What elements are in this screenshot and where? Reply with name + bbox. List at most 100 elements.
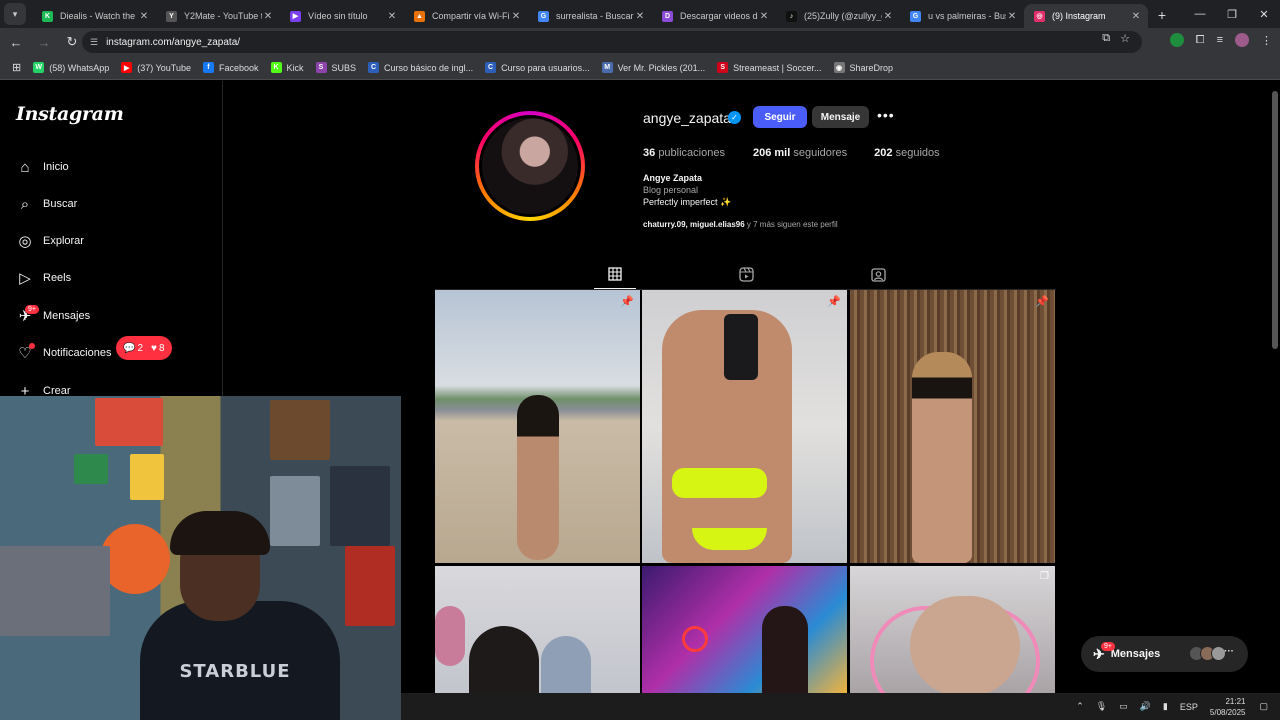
bookmark-label: Kick <box>286 62 304 73</box>
followed-by[interactable]: chaturry.09, miguel.elias96 y 7 más sigu… <box>643 220 838 229</box>
browser-tab[interactable]: ▲ Compartir vía Wi-Fi ✕ <box>404 4 528 28</box>
install-app-icon[interactable]: ⧉ <box>1102 32 1110 45</box>
browser-tab[interactable]: Gu vs palmeiras - Busc ✕ <box>900 4 1024 28</box>
tab-title: Diealis - Watch the V <box>60 11 138 21</box>
sidebar-item-reels[interactable]: ▷ Reels <box>16 264 216 292</box>
url-text: instagram.com/angye_zapata/ <box>106 36 241 48</box>
bookmark-item[interactable]: ▶ (37) YouTube <box>121 62 191 73</box>
window-controls: — ❐ ✕ <box>1184 0 1280 28</box>
instagram-logo[interactable]: Instagram <box>16 103 124 125</box>
wall-poster <box>74 454 108 484</box>
bookmark-favicon-icon: ◉ <box>833 62 845 73</box>
post-bikini <box>672 468 767 498</box>
site-info-icon[interactable]: ☰ <box>90 37 98 48</box>
tab-close-icon[interactable]: ✕ <box>1006 11 1018 22</box>
bookmark-item[interactable]: M Ver Mr. Pickles (201... <box>601 62 706 73</box>
follow-button[interactable]: Seguir <box>753 106 807 128</box>
bookmark-favicon-icon: f <box>202 62 214 73</box>
close-window-icon[interactable]: ✕ <box>1248 0 1280 28</box>
extensions-area: ⧠ ≡ ⋮ <box>1169 33 1272 47</box>
browser-tab[interactable]: K Diealis - Watch the V ✕ <box>32 4 156 28</box>
browser-tab[interactable]: ▶ Vídeo sin título ✕ <box>280 4 404 28</box>
tab-close-icon[interactable]: ✕ <box>1130 11 1142 22</box>
post-figure <box>517 395 559 560</box>
tab-posts-grid-icon[interactable] <box>606 265 624 283</box>
browser-tab[interactable]: Gsurrealista - Buscar c ✕ <box>528 4 652 28</box>
tab-close-icon[interactable]: ✕ <box>386 11 398 22</box>
sidebar-buscar-icon: ⌕ <box>20 195 30 213</box>
notification-bubble[interactable]: 💬 2 ♥ 8 <box>116 336 172 360</box>
shield-extension-icon[interactable] <box>1169 33 1184 47</box>
bookmark-favicon-icon: K <box>270 62 282 73</box>
tab-reels-icon[interactable] <box>737 265 755 283</box>
profile-avatar[interactable] <box>1235 33 1249 47</box>
followers-stat[interactable]: 206 mil seguidores <box>753 147 847 159</box>
microphone-icon[interactable]: 🎙 <box>1096 701 1107 712</box>
sidebar-item-inicio[interactable]: ⌂ Inicio <box>16 153 216 181</box>
volume-icon[interactable]: 🔊 <box>1140 701 1151 712</box>
browser-tab[interactable]: Y Y2Mate - YouTube to ✕ <box>156 4 280 28</box>
like-count: 8 <box>158 342 165 354</box>
puzzle-icon[interactable]: ⧠ <box>1196 34 1205 47</box>
tab-list: K Diealis - Watch the V ✕ Y Y2Mate - YouTube… <box>32 4 1148 28</box>
notification-center-icon[interactable]: ▢ <box>1259 701 1268 712</box>
sidebar-item-buscar[interactable]: ⌕ Buscar <box>16 190 216 218</box>
page-scrollbar[interactable] <box>1271 81 1280 693</box>
bookmark-label: Ver Mr. Pickles (201... <box>617 62 706 73</box>
sidebar-item-explorar[interactable]: ◎ Explorar <box>16 227 216 255</box>
more-options-icon[interactable]: ••• <box>877 107 895 123</box>
bookmark-item[interactable]: ◉ ShareDrop <box>833 62 893 73</box>
messages-dock[interactable]: ✈ 9+ Mensajes ··· <box>1081 636 1248 672</box>
bookmark-item[interactable]: S Streameast | Soccer... <box>717 62 822 73</box>
scrollbar-thumb[interactable] <box>1272 91 1278 349</box>
post-thumbnail[interactable]: 📌 <box>435 290 640 563</box>
bookmark-item[interactable]: f Facebook <box>202 62 259 73</box>
battery-icon[interactable]: ▮ <box>1163 701 1168 712</box>
clock[interactable]: 21:21 5/08/2025 <box>1210 696 1246 718</box>
apps-grid-icon[interactable]: ⊞ <box>12 61 21 74</box>
back-icon[interactable]: ← <box>4 30 28 54</box>
post-figure <box>541 636 591 694</box>
address-bar[interactable]: ☰ instagram.com/angye_zapata/ <box>82 31 1142 53</box>
tab-close-icon[interactable]: ✕ <box>138 11 150 22</box>
media-controls-icon[interactable]: ≡ <box>1217 34 1223 46</box>
story-ring[interactable] <box>475 111 585 221</box>
bookmark-item[interactable]: W (58) WhatsApp <box>33 62 109 73</box>
tab-search-button[interactable]: ▾ <box>4 3 26 25</box>
menu-kebab-icon[interactable]: ⋮ <box>1261 34 1272 47</box>
post-thumbnail[interactable]: ❐ <box>850 566 1055 694</box>
post-thumbnail[interactable]: 📌 <box>850 290 1055 563</box>
new-tab-button[interactable]: + <box>1152 4 1172 26</box>
tab-close-icon[interactable]: ✕ <box>882 11 894 22</box>
tab-close-icon[interactable]: ✕ <box>262 11 274 22</box>
language-indicator[interactable]: ESP <box>1180 702 1198 712</box>
tab-favicon-icon: K <box>42 10 53 22</box>
tab-close-icon[interactable]: ✕ <box>634 11 646 22</box>
post-thumbnail[interactable]: 📌 <box>642 290 847 563</box>
restore-icon[interactable]: ❐ <box>1216 0 1248 28</box>
minimize-icon[interactable]: — <box>1184 0 1216 28</box>
message-button[interactable]: Mensaje <box>812 106 869 128</box>
post-thumbnail[interactable] <box>435 566 640 694</box>
browser-tab[interactable]: ♪ (25)Zully (@zullyy_c ✕ <box>776 4 900 28</box>
post-thumbnail[interactable] <box>642 566 847 694</box>
tab-favicon-icon: ▲ <box>414 10 425 22</box>
tab-close-icon[interactable]: ✕ <box>758 11 770 22</box>
network-icon[interactable]: ▭ <box>1119 701 1128 712</box>
forward-icon[interactable]: → <box>32 30 56 54</box>
browser-tab[interactable]: D Descargar videos de ✕ <box>652 4 776 28</box>
tab-title: Descargar videos de <box>680 11 758 21</box>
sidebar-reels-icon: ▷ <box>19 270 31 287</box>
tab-tagged-icon[interactable] <box>869 265 887 283</box>
following-stat[interactable]: 202 seguidos <box>874 147 939 159</box>
bookmark-item[interactable]: C Curso para usuarios... <box>485 62 590 73</box>
bookmark-item[interactable]: C Curso básico de ingl... <box>368 62 473 73</box>
bookmark-star-icon[interactable]: ☆ <box>1120 32 1130 45</box>
sidebar-item-mensajes[interactable]: ✈ Mensajes <box>16 302 216 330</box>
tray-chevron-icon[interactable]: ⌃ <box>1076 701 1084 712</box>
reload-icon[interactable]: ↻ <box>60 30 84 54</box>
bookmark-item[interactable]: S SUBS <box>315 62 356 73</box>
bookmark-item[interactable]: K Kick <box>270 62 304 73</box>
tab-close-icon[interactable]: ✕ <box>510 11 522 22</box>
browser-tab[interactable]: ◎ (9) Instagram ✕ <box>1024 4 1148 28</box>
